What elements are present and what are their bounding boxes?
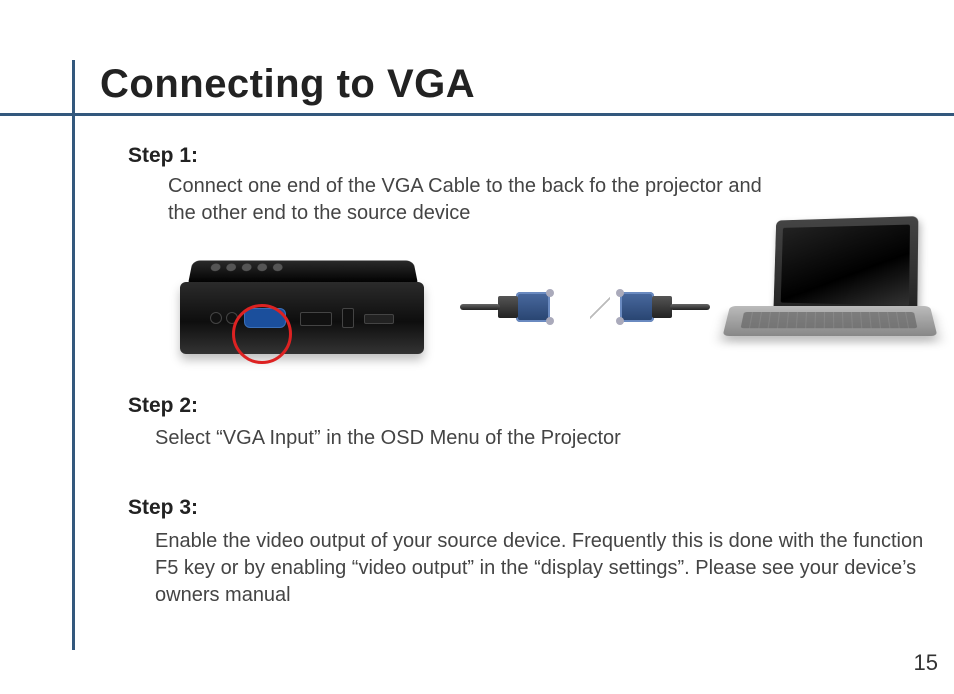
page-title: Connecting to VGA	[100, 62, 475, 107]
laptop-illustration	[730, 218, 930, 368]
vga-port-highlight-circle	[232, 304, 292, 364]
usb-port	[342, 308, 354, 328]
vertical-rule	[72, 60, 75, 650]
hdmi-port	[300, 312, 332, 326]
laptop-screen	[773, 216, 918, 316]
projector-front-panel	[180, 282, 424, 354]
projector-illustration	[170, 254, 430, 364]
step-3-body: Enable the video output of your source d…	[155, 528, 935, 609]
illustration-row	[170, 236, 940, 376]
sd-slot	[364, 314, 394, 324]
audio-jack-port	[210, 312, 222, 324]
horizontal-rule	[0, 113, 954, 116]
step-1-heading: Step 1:	[128, 144, 198, 168]
page-number: 15	[914, 650, 938, 676]
laptop-keyboard	[741, 312, 918, 328]
projector-top	[188, 260, 418, 284]
step-3-heading: Step 3:	[128, 496, 198, 520]
vga-cable-connector-left	[480, 286, 550, 330]
step-2-heading: Step 2:	[128, 394, 198, 418]
step-2-body: Select “VGA Input” in the OSD Menu of th…	[155, 425, 895, 452]
step-1-body: Connect one end of the VGA Cable to the …	[168, 173, 788, 227]
cable-break-indicator	[590, 292, 610, 324]
vga-cable-connector-right	[620, 286, 690, 330]
